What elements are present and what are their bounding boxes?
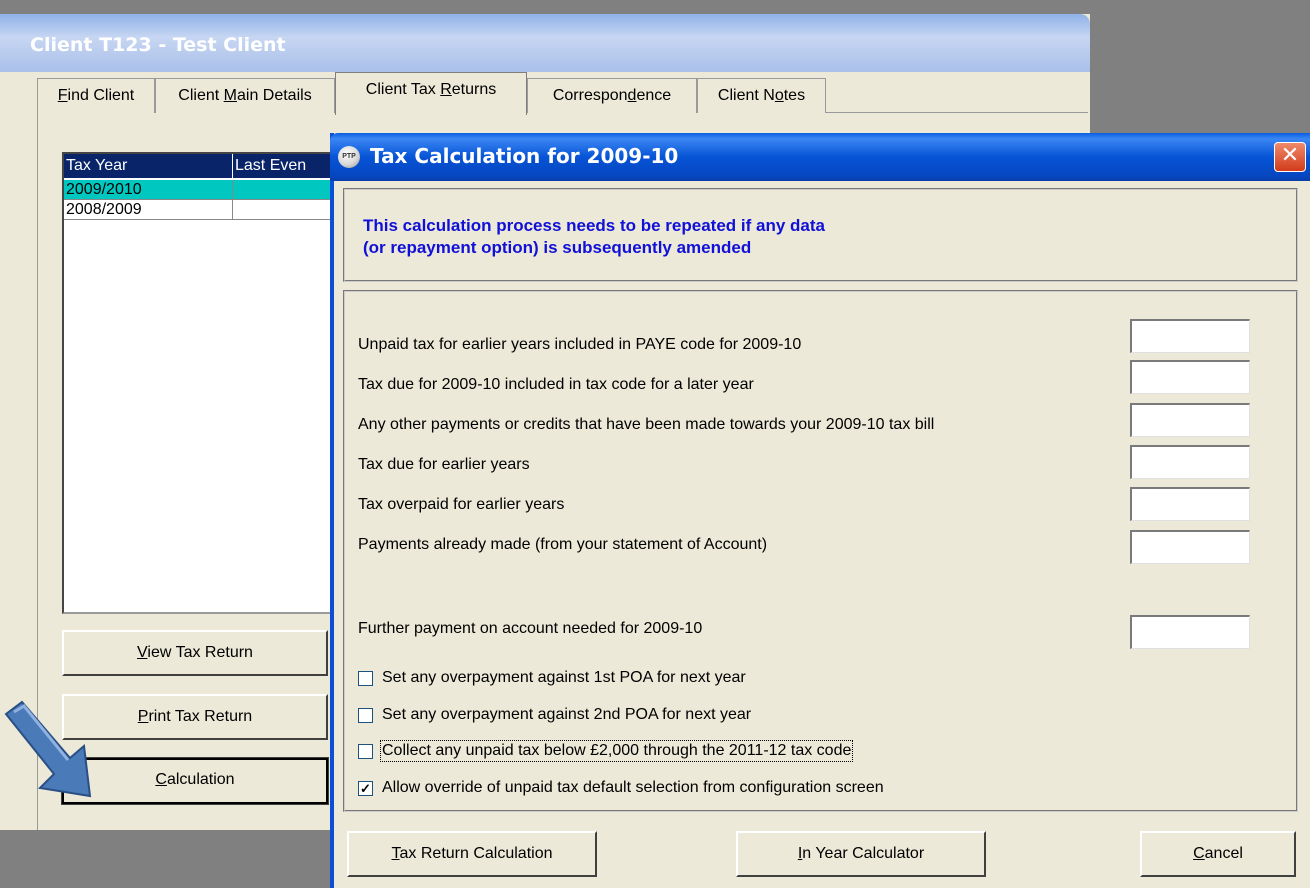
tax-overpaid-earlier-years-input[interactable] [1130,487,1250,521]
table-row[interactable]: 2008/2009 [64,200,333,220]
checkbox-box[interactable] [358,708,373,723]
tax-due-earlier-years-input[interactable] [1130,445,1250,479]
checkbox-label: Allow override of unpaid tax default sel… [382,779,884,796]
close-button[interactable]: ✕ [1274,142,1306,172]
desktop-background [0,830,330,888]
checkbox-label: Set any overpayment against 2nd POA for … [382,706,752,723]
grid-header: Tax Year Last Even [64,154,332,178]
field-label: Unpaid tax for earlier years included in… [358,336,802,353]
checkbox-box[interactable] [358,744,373,759]
app-logo-icon: PTP [338,146,360,168]
field-label: Tax due for earlier years [358,456,530,473]
tax-return-calculation-button[interactable]: Tax Return Calculation [347,831,597,877]
field-label: Tax due for 2009-10 included in tax code… [358,376,754,393]
checkbox-box[interactable]: ✓ [358,781,373,796]
payments-already-made-input[interactable] [1130,530,1250,564]
field-label: Further payment on account needed for 20… [358,620,703,637]
dialog-titlebar[interactable]: PTP Tax Calculation for 2009-10 ✕ [330,133,1310,181]
pointer-arrow-icon [4,700,92,798]
table-row[interactable]: 2009/2010 [64,180,333,200]
field-label: Tax overpaid for earlier years [358,496,565,513]
column-header-last-event[interactable]: Last Even [233,154,332,178]
grid-cell-year: 2008/2009 [64,200,233,220]
dialog-title: Tax Calculation for 2009-10 [370,144,679,168]
unpaid-tax-earlier-years-input[interactable] [1130,319,1250,353]
tab-client-main-details[interactable]: Client Main Details [155,78,335,113]
checkbox-box[interactable] [358,671,373,686]
header-note: This calculation process needs to be rep… [363,215,825,259]
field-label: Payments already made (from your stateme… [358,536,768,553]
tab-client-notes[interactable]: Client Notes [697,78,826,113]
client-window-titlebar: Client T123 - Test Client [0,14,1090,72]
view-tax-return-button[interactable]: View Tax Return [62,630,328,676]
tax-due-later-year-input[interactable] [1130,360,1250,394]
column-header-tax-year[interactable]: Tax Year [64,154,233,178]
tab-correspondence[interactable]: Correspondence [527,78,697,113]
client-window-title: Client T123 - Test Client [30,34,286,56]
field-label: Any other payments or credits that have … [358,416,935,433]
tab-find-client[interactable]: Find Client [37,78,155,113]
checkbox-label: Collect any unpaid tax below £2,000 thro… [379,740,854,762]
in-year-calculator-button[interactable]: In Year Calculator [736,831,986,877]
header-note-line-1: This calculation process needs to be rep… [363,216,825,235]
checkbox-label: Set any overpayment against 1st POA for … [382,669,746,686]
further-payment-input[interactable] [1130,615,1250,649]
cancel-button[interactable]: Cancel [1140,831,1296,877]
tax-year-grid[interactable] [62,152,336,614]
other-payments-input[interactable] [1130,403,1250,437]
tab-client-tax-returns[interactable]: Client Tax Returns [335,72,527,115]
grid-cell-event [233,180,333,200]
header-note-line-2: (or repayment option) is subsequently am… [363,238,752,257]
grid-cell-year: 2009/2010 [64,180,233,200]
grid-cell-event [233,200,333,220]
